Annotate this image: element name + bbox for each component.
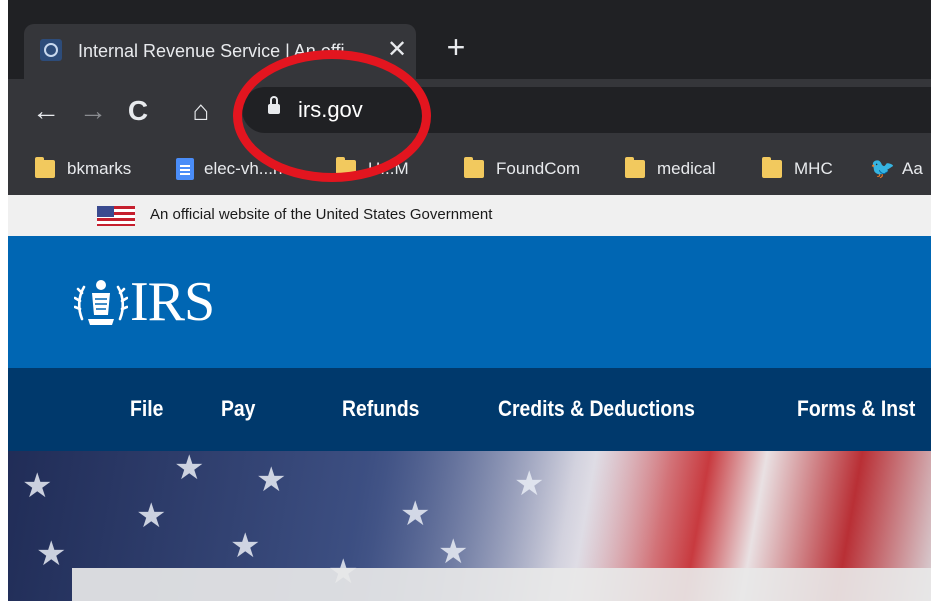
twitter-bird-icon: 🐦	[870, 158, 895, 180]
doc-icon	[176, 158, 194, 180]
nav-refunds[interactable]: Refunds	[342, 395, 419, 423]
gov-banner-text: An official website of the United States…	[150, 206, 493, 223]
irs-favicon-icon	[40, 39, 62, 61]
folder-icon	[762, 157, 782, 178]
home-button[interactable]: ⌂	[185, 95, 217, 127]
main-nav: File Pay Refunds Credits & Deductions Fo…	[8, 368, 931, 451]
bookmark-bkmarks[interactable]: bkmarks	[35, 156, 131, 182]
lock-icon[interactable]	[268, 96, 280, 116]
irs-header: IRS	[8, 236, 931, 368]
nav-credits-deductions[interactable]: Credits & Deductions	[498, 395, 695, 423]
bookmark-elec[interactable]: elec-vh...h	[176, 156, 282, 182]
hero-flag-image: ★ ★ ★ ★ ★ ★ ★ ★ ★ ★	[8, 451, 931, 601]
gov-banner: An official website of the United States…	[8, 195, 931, 236]
bookmark-label: elec-vh...h	[204, 159, 283, 178]
irs-eagle-logo-icon[interactable]	[74, 275, 128, 331]
reload-button[interactable]: C	[122, 95, 154, 127]
address-bar[interactable]: irs.gov	[242, 87, 931, 133]
bookmark-foundcom[interactable]: FoundCom	[464, 156, 580, 182]
browser-tab[interactable]: Internal Revenue Service | An offi ✕	[24, 24, 416, 80]
close-icon[interactable]: ✕	[383, 36, 411, 64]
back-button[interactable]: ←	[30, 95, 62, 127]
bookmark-label: MHC	[794, 159, 833, 178]
folder-icon	[625, 157, 645, 178]
nav-forms-instructions[interactable]: Forms & Inst	[797, 395, 915, 423]
bookmark-label: bkmarks	[67, 159, 132, 178]
us-flag-icon	[97, 206, 135, 226]
folder-icon	[35, 157, 55, 178]
new-tab-button[interactable]: +	[441, 31, 471, 63]
irs-logo-text[interactable]: IRS	[130, 272, 215, 332]
url-text: irs.gov	[298, 97, 363, 122]
bookmark-medical[interactable]: medical	[625, 156, 716, 182]
bookmarks-bar: bkmarks elec-vh...h H...M FoundCom medic…	[0, 143, 931, 195]
browser-toolbar: ← → C ⌂ irs.gov	[0, 79, 931, 143]
browser-tabstrip: Internal Revenue Service | An offi ✕ +	[0, 0, 931, 80]
bookmark-h-m[interactable]: H...M	[336, 156, 409, 182]
bookmark-label: FoundCom	[496, 159, 581, 178]
folder-icon	[464, 157, 484, 178]
bookmark-label: Aa	[902, 159, 923, 178]
bookmark-twitter[interactable]: 🐦 Aa	[870, 156, 923, 182]
bookmark-label: medical	[657, 159, 716, 178]
folder-icon	[336, 157, 356, 178]
bookmark-label: H...M	[368, 159, 409, 178]
tab-title: Internal Revenue Service | An offi	[78, 41, 345, 61]
page-left-edge	[0, 0, 8, 601]
forward-button[interactable]: →	[77, 95, 109, 127]
hero-content-card	[72, 568, 931, 601]
bookmark-mhc[interactable]: MHC	[762, 156, 833, 182]
nav-file[interactable]: File	[130, 395, 163, 423]
nav-pay[interactable]: Pay	[221, 395, 255, 423]
